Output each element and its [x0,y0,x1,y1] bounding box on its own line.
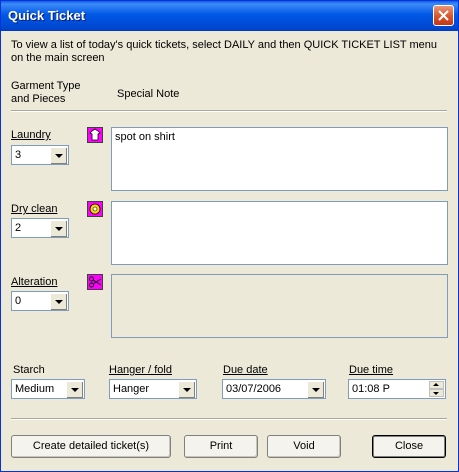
chevron-down-icon[interactable] [307,381,324,398]
due-date-value: 03/07/2006 [226,383,282,395]
chevron-down-icon [433,392,439,395]
laundry-note-text: spot on shirt [115,131,175,143]
hanger-fold-value: Hanger [113,383,150,395]
laundry-count-dropdown[interactable]: 3 [11,145,69,165]
dry-clean-count-dropdown[interactable]: 2 [11,218,69,238]
spin-up-button[interactable] [429,381,444,389]
window-close-button[interactable] [433,5,454,26]
chevron-down-icon[interactable] [50,220,67,237]
starch-label: Starch [13,364,45,376]
laundry-note-field[interactable]: spot on shirt [111,127,448,191]
special-note-header: Special Note [117,88,180,100]
due-time-label: Due time [349,364,394,376]
void-button[interactable]: Void [267,435,341,458]
window-title: Quick Ticket [8,8,86,23]
due-time-value: 01:08 P [352,383,390,395]
close-icon [438,10,449,21]
print-button[interactable]: Print [184,435,258,458]
shirt-icon [87,127,103,143]
starch-value: Medium [15,383,55,395]
chevron-down-icon[interactable] [50,293,67,310]
hanger-fold-dropdown[interactable]: Hanger [109,379,197,399]
due-date-picker[interactable]: 03/07/2006 [222,379,326,399]
due-date-label: Due date [223,364,268,376]
instructions-text: To view a list of today's quick tickets,… [11,39,437,64]
laundry-label: Laundry [11,129,51,141]
alteration-count-dropdown[interactable]: 0 [11,291,69,311]
dry-clean-note-field[interactable] [111,201,448,265]
starch-dropdown[interactable]: Medium [11,379,85,399]
chevron-down-icon[interactable] [50,147,67,164]
due-time-spinner[interactable]: 01:08 P [348,379,446,399]
create-detailed-ticket-button[interactable]: Create detailed ticket(s) [11,435,171,458]
separator-bottom [11,418,447,420]
separator-top [11,110,447,112]
spin-down-button[interactable] [429,389,444,397]
close-button[interactable]: Close [372,435,446,458]
alteration-label: Alteration [11,276,58,288]
dry-clean-label: Dry clean [11,203,58,215]
hanger-icon [87,201,103,217]
hanger-fold-label: Hanger / fold [109,364,172,376]
scissors-icon [87,274,103,290]
dry-clean-count-value: 2 [15,222,22,234]
laundry-count-value: 3 [15,149,22,161]
title-bar[interactable]: Quick Ticket [1,1,458,31]
alteration-count-value: 0 [15,295,22,307]
chevron-down-icon[interactable] [66,381,83,398]
chevron-down-icon[interactable] [178,381,195,398]
alteration-note-field[interactable] [111,274,448,338]
garment-header: Garment Type and Pieces [11,80,81,105]
quick-ticket-window: Quick Ticket To view a list of today's q… [0,0,459,472]
chevron-up-icon [433,383,439,386]
